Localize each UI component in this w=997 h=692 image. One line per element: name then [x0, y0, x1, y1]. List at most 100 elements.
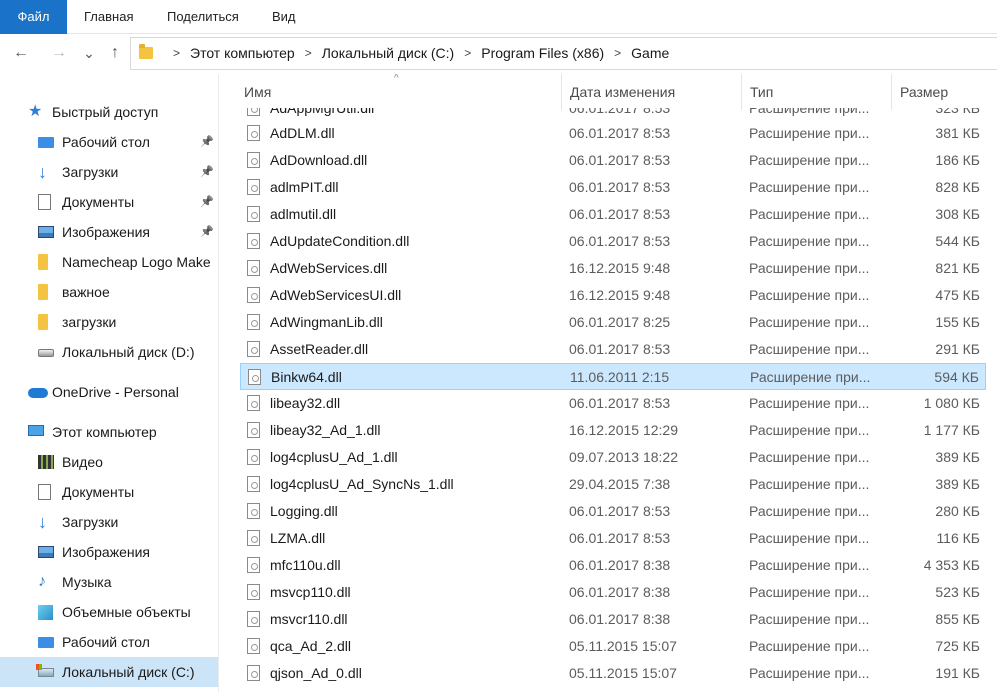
- file-row[interactable]: AdWebServices.dll 16.12.2015 9:48 Расширен…: [240, 255, 986, 282]
- file-row[interactable]: msvcp110.dll 06.01.2017 8:38 Расширение пр…: [240, 579, 986, 606]
- file-type: Расширение при...: [749, 557, 870, 573]
- back-arrow-icon[interactable]: ←: [10, 42, 32, 64]
- breadcrumb-separator-icon[interactable]: >: [173, 38, 180, 69]
- sidebar-item[interactable]: Локальный диск (D:): [0, 337, 218, 367]
- sidebar-item[interactable]: ↓ Загрузки 📌: [0, 157, 218, 187]
- column-header-date[interactable]: Дата изменения: [561, 74, 741, 110]
- file-row[interactable]: adlmutil.dll 06.01.2017 8:53 Расширение пр…: [240, 201, 986, 228]
- address-bar[interactable]: > Этот компьютер > Локальный диск (C:) > Prog…: [130, 37, 997, 70]
- file-row[interactable]: AdDLM.dll 06.01.2017 8:53 Расширение при..…: [240, 120, 986, 147]
- dll-file-icon: [247, 422, 260, 438]
- tab-share[interactable]: Поделиться: [167, 0, 239, 34]
- breadcrumb-separator-icon[interactable]: >: [464, 38, 471, 69]
- file-row[interactable]: AdDownload.dll 06.01.2017 8:53 Расширение …: [240, 147, 986, 174]
- sidebar-item[interactable]: Рабочий стол 📌: [0, 127, 218, 157]
- column-header-size[interactable]: Размер: [891, 74, 997, 110]
- navigation-pane: ★ Быстрый доступ Рабочий стол 📌 ↓ Загрузки 📌 До…: [0, 74, 219, 692]
- column-header-type[interactable]: Тип: [741, 74, 891, 110]
- file-name: qjson_Ad_0.dll: [270, 665, 362, 681]
- file-row[interactable]: adlmPIT.dll 06.01.2017 8:53 Расширение при…: [240, 174, 986, 201]
- file-row[interactable]: qjson_Ad_0.dll 05.11.2015 15:07 Расширение…: [240, 660, 986, 687]
- file-date: 11.06.2011 2:15: [570, 369, 670, 385]
- tab-file[interactable]: Файл: [0, 0, 67, 34]
- sidebar-item[interactable]: ↓ Загрузки: [0, 507, 218, 537]
- sidebar-item[interactable]: Документы 📌: [0, 187, 218, 217]
- pin-icon[interactable]: 📌: [200, 157, 214, 187]
- file-row[interactable]: AdWebServicesUI.dll 16.12.2015 9:48 Расшир…: [240, 282, 986, 309]
- file-type: Расширение при...: [749, 449, 870, 465]
- file-type: Расширение при...: [749, 179, 870, 195]
- dll-file-icon: [248, 369, 261, 385]
- file-row[interactable]: Binkw64.dll 11.06.2011 2:15 Расширение при…: [240, 363, 986, 390]
- forward-arrow-icon[interactable]: →: [48, 42, 70, 64]
- sidebar-item[interactable]: ★ Быстрый доступ: [0, 97, 218, 127]
- file-row[interactable]: libeay32_Ad_1.dll 16.12.2015 12:29 Расшире…: [240, 417, 986, 444]
- file-name: AdWebServicesUI.dll: [270, 287, 402, 303]
- tab-home[interactable]: Главная: [84, 0, 133, 34]
- file-name: AdWingmanLib.dll: [270, 314, 383, 330]
- dll-file-icon: [247, 557, 260, 573]
- pin-icon[interactable]: 📌: [200, 217, 214, 247]
- file-type: Расширение при...: [749, 530, 870, 546]
- breadcrumb-separator-icon[interactable]: >: [614, 38, 621, 69]
- file-name: AdAppMgrUtil.dll: [270, 108, 375, 116]
- breadcrumb-item[interactable]: Этот компьютер: [190, 38, 295, 69]
- file-row[interactable]: msvcr110.dll 06.01.2017 8:38 Расширение пр…: [240, 606, 986, 633]
- file-row[interactable]: mfc110u.dll 06.01.2017 8:38 Расширение при…: [240, 552, 986, 579]
- file-row[interactable]: AdWingmanLib.dll 06.01.2017 8:25 Расширени…: [240, 309, 986, 336]
- music-icon: ♪: [38, 573, 46, 590]
- file-row[interactable]: log4cplusU_Ad_1.dll 09.07.2013 18:22 Расши…: [240, 444, 986, 471]
- file-date: 06.01.2017 8:25: [569, 314, 671, 330]
- file-name: AdUpdateCondition.dll: [270, 233, 410, 249]
- breadcrumb-separator-icon[interactable]: >: [305, 38, 312, 69]
- file-type: Расширение при...: [749, 125, 870, 141]
- file-date: 06.01.2017 8:38: [569, 557, 671, 573]
- breadcrumb-item[interactable]: Program Files (x86): [481, 38, 604, 69]
- file-type: Расширение при...: [749, 287, 870, 303]
- file-date: 29.04.2015 7:38: [569, 476, 671, 492]
- breadcrumb-item[interactable]: Game: [631, 38, 669, 69]
- dll-file-icon: [247, 395, 260, 411]
- file-row[interactable]: AdAppMgrUtil.dll 06.01.2017 8:53 Расширени…: [240, 108, 986, 120]
- sidebar-item[interactable]: Этот компьютер: [0, 417, 218, 447]
- sidebar-item[interactable]: Рабочий стол: [0, 627, 218, 657]
- dll-file-icon: [247, 584, 260, 600]
- file-type: Расширение при...: [749, 665, 870, 681]
- recent-locations-chevron-icon[interactable]: ⌄: [78, 42, 100, 64]
- sidebar-item[interactable]: Изображения: [0, 537, 218, 567]
- sidebar-item-label: Документы: [62, 194, 135, 210]
- dll-file-icon: [247, 341, 260, 357]
- file-row[interactable]: AdUpdateCondition.dll 06.01.2017 8:53 Расш…: [240, 228, 986, 255]
- dll-file-icon: [247, 449, 260, 465]
- file-row[interactable]: libeay32.dll 06.01.2017 8:53 Расширение пр…: [240, 390, 986, 417]
- breadcrumb-item[interactable]: Локальный диск (C:): [322, 38, 455, 69]
- sidebar-item[interactable]: Объемные объекты: [0, 597, 218, 627]
- up-arrow-icon[interactable]: ↑: [104, 42, 126, 64]
- sidebar-item[interactable]: Видео: [0, 447, 218, 477]
- sidebar-item[interactable]: важное: [0, 277, 218, 307]
- file-date: 06.01.2017 8:53: [569, 530, 671, 546]
- file-row[interactable]: LZMA.dll 06.01.2017 8:53 Расширение при...…: [240, 525, 986, 552]
- file-row[interactable]: Logging.dll 06.01.2017 8:53 Расширение при…: [240, 498, 986, 525]
- file-row[interactable]: qca_Ad_2.dll 05.11.2015 15:07 Расширение п…: [240, 633, 986, 660]
- file-type: Расширение при...: [749, 341, 870, 357]
- pin-icon[interactable]: 📌: [200, 187, 214, 217]
- file-date: 06.01.2017 8:53: [569, 503, 671, 519]
- file-row[interactable]: log4cplusU_Ad_SyncNs_1.dll 29.04.2015 7:3…: [240, 471, 986, 498]
- video-icon: [38, 455, 54, 469]
- tab-view[interactable]: Вид: [272, 0, 296, 34]
- pin-icon[interactable]: 📌: [200, 127, 214, 157]
- sidebar-item[interactable]: Локальный диск (C:): [0, 657, 218, 687]
- folder-icon: [38, 284, 48, 300]
- sidebar-item[interactable]: OneDrive - Personal: [0, 377, 218, 407]
- sidebar-item[interactable]: загрузки: [0, 307, 218, 337]
- file-size: 1 080 КБ: [923, 395, 980, 411]
- sidebar-item[interactable]: Документы: [0, 477, 218, 507]
- sidebar-item-label: Загрузки: [62, 164, 119, 180]
- sidebar-item[interactable]: Изображения 📌: [0, 217, 218, 247]
- sidebar-item[interactable]: ♪ Музыка: [0, 567, 218, 597]
- file-date: 16.12.2015 12:29: [569, 422, 678, 438]
- file-row[interactable]: AssetReader.dll 06.01.2017 8:53 Расширение…: [240, 336, 986, 363]
- file-size: 280 КБ: [935, 503, 980, 519]
- sidebar-item[interactable]: Namecheap Logo Make: [0, 247, 218, 277]
